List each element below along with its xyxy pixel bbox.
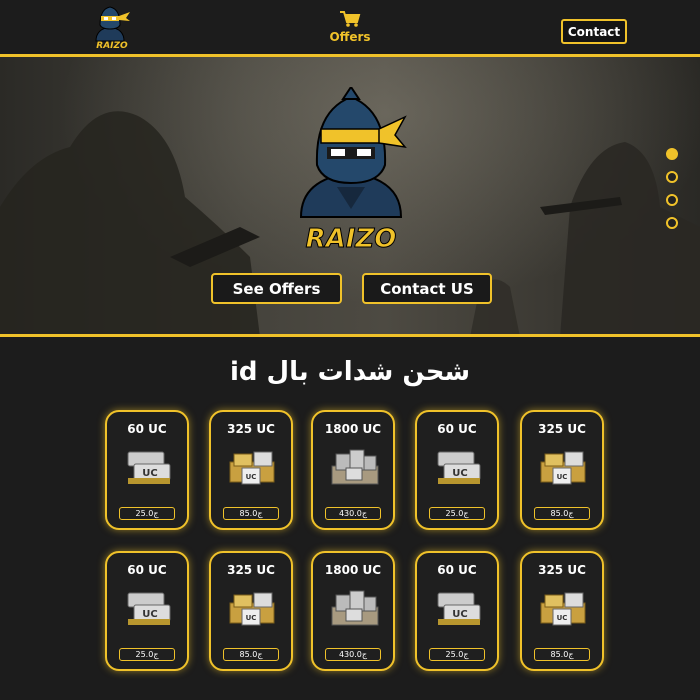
uc-pile-image: UC bbox=[124, 587, 174, 631]
hero-banner: RAIZO See Offers Contact US bbox=[0, 57, 700, 337]
offer-card[interactable]: 1800 UC 430.0ج bbox=[311, 410, 395, 530]
contact-us-button[interactable]: Contact US bbox=[362, 273, 492, 304]
uc-pile-image: UC bbox=[228, 446, 278, 490]
svg-text:UC: UC bbox=[142, 468, 157, 479]
uc-coins-icon: UC bbox=[437, 451, 481, 484]
uc-coins-icon bbox=[331, 449, 379, 485]
uc-pile-image: UC bbox=[228, 587, 278, 631]
offer-card[interactable]: 325 UC UC 85.0ج bbox=[209, 551, 293, 671]
uc-offers-section: شحن شدات بال id 60 UC UC 25.0ج 325 UC UC 85.0… bbox=[0, 337, 700, 700]
uc-coins-icon: UC bbox=[229, 592, 275, 626]
slide-dot-4[interactable] bbox=[666, 217, 678, 229]
price-tag: 25.0ج bbox=[429, 507, 485, 520]
slide-dot-3[interactable] bbox=[666, 194, 678, 206]
offers-label: Offers bbox=[329, 30, 371, 44]
uc-amount: 1800 UC bbox=[324, 422, 382, 436]
offer-card[interactable]: 60 UC UC 25.0ج bbox=[415, 551, 499, 671]
uc-amount: 60 UC bbox=[127, 563, 167, 577]
svg-text:UC: UC bbox=[142, 609, 157, 620]
uc-amount: 60 UC bbox=[437, 422, 477, 436]
svg-text:UC: UC bbox=[452, 609, 467, 620]
offers-nav-link[interactable]: Offers bbox=[322, 10, 378, 54]
uc-amount: 325 UC bbox=[538, 422, 586, 436]
see-offers-button[interactable]: See Offers bbox=[211, 273, 342, 304]
offer-card[interactable]: 60 UC UC 25.0ج bbox=[105, 551, 189, 671]
svg-text:UC: UC bbox=[246, 614, 257, 622]
uc-coins-icon: UC bbox=[127, 451, 171, 484]
price-tag: 85.0ج bbox=[534, 648, 590, 661]
uc-pile-image: UC bbox=[539, 587, 589, 631]
offer-card[interactable]: 1800 UC 430.0ج bbox=[311, 551, 395, 671]
price-tag: 85.0ج bbox=[534, 507, 590, 520]
offer-card[interactable]: 60 UC UC 25.0ج bbox=[105, 410, 189, 530]
uc-amount: 60 UC bbox=[127, 422, 167, 436]
uc-pile-image: UC bbox=[434, 446, 484, 490]
offer-card[interactable]: 60 UC UC 25.0ج bbox=[415, 410, 499, 530]
price-tag: 25.0ج bbox=[429, 648, 485, 661]
slide-dot-1[interactable] bbox=[666, 148, 678, 160]
section-title: شحن شدات بال id bbox=[229, 357, 471, 387]
svg-text:UC: UC bbox=[557, 473, 568, 481]
uc-pile-image bbox=[330, 446, 380, 490]
offer-card[interactable]: 325 UC UC 85.0ج bbox=[520, 410, 604, 530]
top-nav: RAIZO Offers Contact bbox=[0, 0, 700, 57]
offer-card[interactable]: 325 UC UC 85.0ج bbox=[209, 410, 293, 530]
price-tag: 430.0ج bbox=[325, 507, 381, 520]
price-tag: 85.0ج bbox=[223, 507, 279, 520]
raizo-logo: RAIZO bbox=[299, 87, 407, 255]
uc-coins-icon: UC bbox=[540, 451, 586, 485]
uc-amount: 325 UC bbox=[227, 422, 275, 436]
offer-card[interactable]: 325 UC UC 85.0ج bbox=[520, 551, 604, 671]
uc-coins-icon bbox=[331, 590, 379, 626]
uc-pile-image: UC bbox=[539, 446, 589, 490]
uc-amount: 325 UC bbox=[538, 563, 586, 577]
uc-amount: 1800 UC bbox=[324, 563, 382, 577]
uc-pile-image: UC bbox=[124, 446, 174, 490]
ninja-mascot-icon bbox=[95, 6, 130, 42]
uc-amount: 325 UC bbox=[227, 563, 275, 577]
price-tag: 85.0ج bbox=[223, 648, 279, 661]
svg-text:UC: UC bbox=[557, 614, 568, 622]
uc-pile-image: UC bbox=[434, 587, 484, 631]
uc-coins-icon: UC bbox=[127, 592, 171, 625]
uc-coins-icon: UC bbox=[437, 592, 481, 625]
uc-coins-icon: UC bbox=[540, 592, 586, 626]
shopping-cart-icon bbox=[340, 11, 361, 27]
site-logo[interactable]: RAIZO bbox=[88, 3, 132, 55]
svg-text:UC: UC bbox=[246, 473, 257, 481]
svg-text:UC: UC bbox=[452, 468, 467, 479]
slide-dot-2[interactable] bbox=[666, 171, 678, 183]
hero-logo-wordmark: RAIZO bbox=[306, 224, 397, 254]
price-tag: 430.0ج bbox=[325, 648, 381, 661]
price-tag: 25.0ج bbox=[119, 648, 175, 661]
contact-button[interactable]: Contact bbox=[561, 19, 627, 44]
logo-wordmark: RAIZO bbox=[96, 41, 128, 51]
uc-coins-icon: UC bbox=[229, 451, 275, 485]
price-tag: 25.0ج bbox=[119, 507, 175, 520]
uc-pile-image bbox=[330, 587, 380, 631]
uc-amount: 60 UC bbox=[437, 563, 477, 577]
